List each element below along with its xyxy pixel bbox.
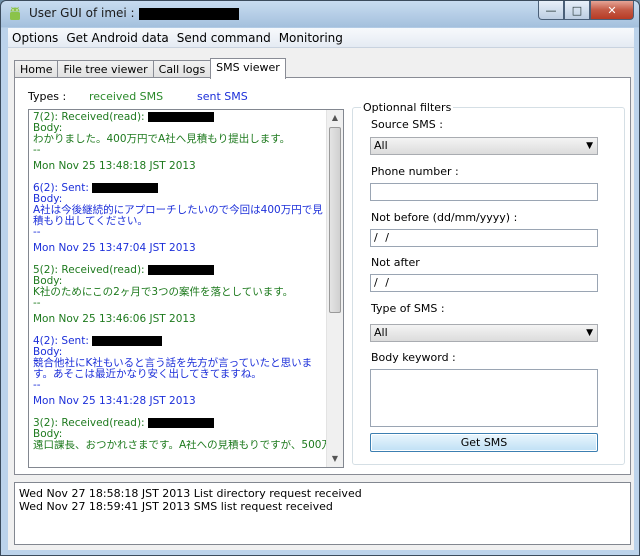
not-before-input[interactable]: / / xyxy=(370,229,598,247)
redacted-number xyxy=(92,336,163,346)
redacted-number xyxy=(92,183,159,193)
redacted-number xyxy=(147,418,214,428)
sms-viewer-panel: Types : received SMS sent SMS 7(2): Rece… xyxy=(14,77,631,475)
not-after-input[interactable]: / / xyxy=(370,274,598,292)
menu-bar: Options Get Android data Send command Mo… xyxy=(8,28,634,48)
sms-list-content: 7(2): Received(read): Body: わかりました。400万円… xyxy=(33,112,327,462)
sms-message: 3(2): Received(read): Body: 遠口課長、おつかれさまで… xyxy=(33,418,327,451)
redacted-number xyxy=(147,112,214,122)
received-sms-legend: received SMS xyxy=(89,90,164,103)
sms-message: 7(2): Received(read): Body: わかりました。400万円… xyxy=(33,112,327,172)
sms-header: 6(2): Sent: xyxy=(33,183,327,194)
tab-call-logs[interactable]: Call logs xyxy=(152,60,212,78)
window-title-text: User GUI of imei : xyxy=(29,6,135,20)
sms-body: 競合他社にK社もいると言う話を先方が言っていたと思います。あそこは最近かなり安く… xyxy=(33,357,313,380)
sms-body: K社のためにこの2ヶ月で3つの案件を落としています。 xyxy=(33,286,294,298)
not-after-label: Not after xyxy=(371,256,420,269)
sms-body-label: Body: xyxy=(33,429,63,440)
source-sms-select[interactable]: All ▼ xyxy=(370,137,598,155)
sms-header-text: 6(2): Sent: xyxy=(33,183,89,194)
sms-separator: -- xyxy=(33,145,41,156)
sms-header: 7(2): Received(read): xyxy=(33,112,327,123)
main-window: User GUI of imei : — □ ✕ Options Get And… xyxy=(0,0,640,556)
tab-home[interactable]: Home xyxy=(14,60,59,78)
tab-sms-viewer[interactable]: SMS viewer xyxy=(210,58,286,79)
android-icon xyxy=(10,6,20,20)
menu-get-android-data[interactable]: Get Android data xyxy=(62,28,172,48)
sms-header: 4(2): Sent: xyxy=(33,336,327,347)
sms-header: 5(2): Received(read): xyxy=(33,265,327,276)
dropdown-arrow-icon: ▼ xyxy=(586,328,593,338)
maximize-button[interactable]: □ xyxy=(564,1,590,20)
sms-list-textbox[interactable]: 7(2): Received(read): Body: わかりました。400万円… xyxy=(28,109,344,468)
sms-header: 3(2): Received(read): xyxy=(33,418,327,429)
sent-sms-legend: sent SMS xyxy=(197,90,248,103)
minimize-button[interactable]: — xyxy=(538,1,564,20)
type-of-sms-value: All xyxy=(374,326,388,339)
sms-body: わかりました。400万円でA社へ見積もり提出します。 xyxy=(33,133,291,145)
phone-number-label: Phone number : xyxy=(371,165,459,178)
sms-header-text: 3(2): Received(read): xyxy=(33,418,145,429)
types-label: Types : xyxy=(28,90,67,103)
window-title: User GUI of imei : xyxy=(29,6,239,20)
sms-separator: -- xyxy=(33,380,41,391)
get-sms-button[interactable]: Get SMS xyxy=(370,433,598,452)
source-sms-value: All xyxy=(374,139,388,152)
filters-title: Optionnal filters xyxy=(361,101,454,114)
close-button[interactable]: ✕ xyxy=(590,1,634,20)
type-of-sms-label: Type of SMS : xyxy=(371,302,445,315)
sms-message: 4(2): Sent: Body: 競合他社にK社もいると言う話を先方が言ってい… xyxy=(33,336,327,407)
scroll-thumb[interactable] xyxy=(329,127,341,313)
body-keyword-input[interactable] xyxy=(370,369,598,427)
redacted-number xyxy=(147,265,214,275)
sms-body: 遠口課長、おつかれさまです。A社への見積もりですが、500万で xyxy=(33,440,327,451)
title-bar[interactable]: User GUI of imei : — □ ✕ xyxy=(1,1,639,27)
tab-file-tree-viewer[interactable]: File tree viewer xyxy=(57,60,154,78)
type-of-sms-select[interactable]: All ▼ xyxy=(370,324,598,342)
sms-body: A社は今後継続的にアプローチしたいので今回は400万円で見積もり出してください。 xyxy=(33,204,323,227)
menu-options[interactable]: Options xyxy=(8,28,62,48)
menu-send-command[interactable]: Send command xyxy=(173,28,275,48)
sms-message: 6(2): Sent: Body: A社は今後継続的にアプローチしたいので今回は… xyxy=(33,183,327,254)
window-controls: — □ ✕ xyxy=(538,1,634,21)
scroll-up-arrow-icon[interactable]: ▲ xyxy=(327,110,343,126)
body-keyword-label: Body keyword : xyxy=(371,351,456,364)
sms-date: Mon Nov 25 13:46:06 JST 2013 xyxy=(33,314,196,325)
sms-date: Mon Nov 25 13:47:04 JST 2013 xyxy=(33,243,196,254)
log-line: Wed Nov 27 18:58:18 JST 2013 List direct… xyxy=(19,487,362,500)
sms-date: Mon Nov 25 13:48:18 JST 2013 xyxy=(33,161,196,172)
not-before-label: Not before (dd/mm/yyyy) : xyxy=(371,211,518,224)
sms-header-text: 5(2): Received(read): xyxy=(33,265,145,276)
log-output[interactable]: Wed Nov 27 18:58:18 JST 2013 List direct… xyxy=(14,482,631,545)
redacted-imei xyxy=(138,7,239,20)
sms-separator: -- xyxy=(33,298,41,309)
sms-header-text: 4(2): Sent: xyxy=(33,336,89,347)
phone-number-input[interactable] xyxy=(370,183,598,201)
optional-filters-group: Optionnal filters Source SMS : All ▼ Pho… xyxy=(352,101,625,465)
source-sms-label: Source SMS : xyxy=(371,118,443,131)
scroll-down-arrow-icon[interactable]: ▼ xyxy=(327,451,343,467)
sms-date: Mon Nov 25 13:41:28 JST 2013 xyxy=(33,396,196,407)
sms-list-scrollbar[interactable]: ▲ ▼ xyxy=(326,110,343,467)
sms-message: 5(2): Received(read): Body: K社のためにこの2ヶ月で… xyxy=(33,265,327,325)
sms-header-text: 7(2): Received(read): xyxy=(33,112,145,123)
tab-strip: Home File tree viewer Call logs SMS view… xyxy=(14,58,286,79)
sms-separator: -- xyxy=(33,227,41,238)
client-area: Home File tree viewer Call logs SMS view… xyxy=(8,48,634,550)
menu-monitoring[interactable]: Monitoring xyxy=(275,28,347,48)
dropdown-arrow-icon: ▼ xyxy=(586,141,593,151)
log-line: Wed Nov 27 18:59:41 JST 2013 SMS list re… xyxy=(19,500,333,513)
